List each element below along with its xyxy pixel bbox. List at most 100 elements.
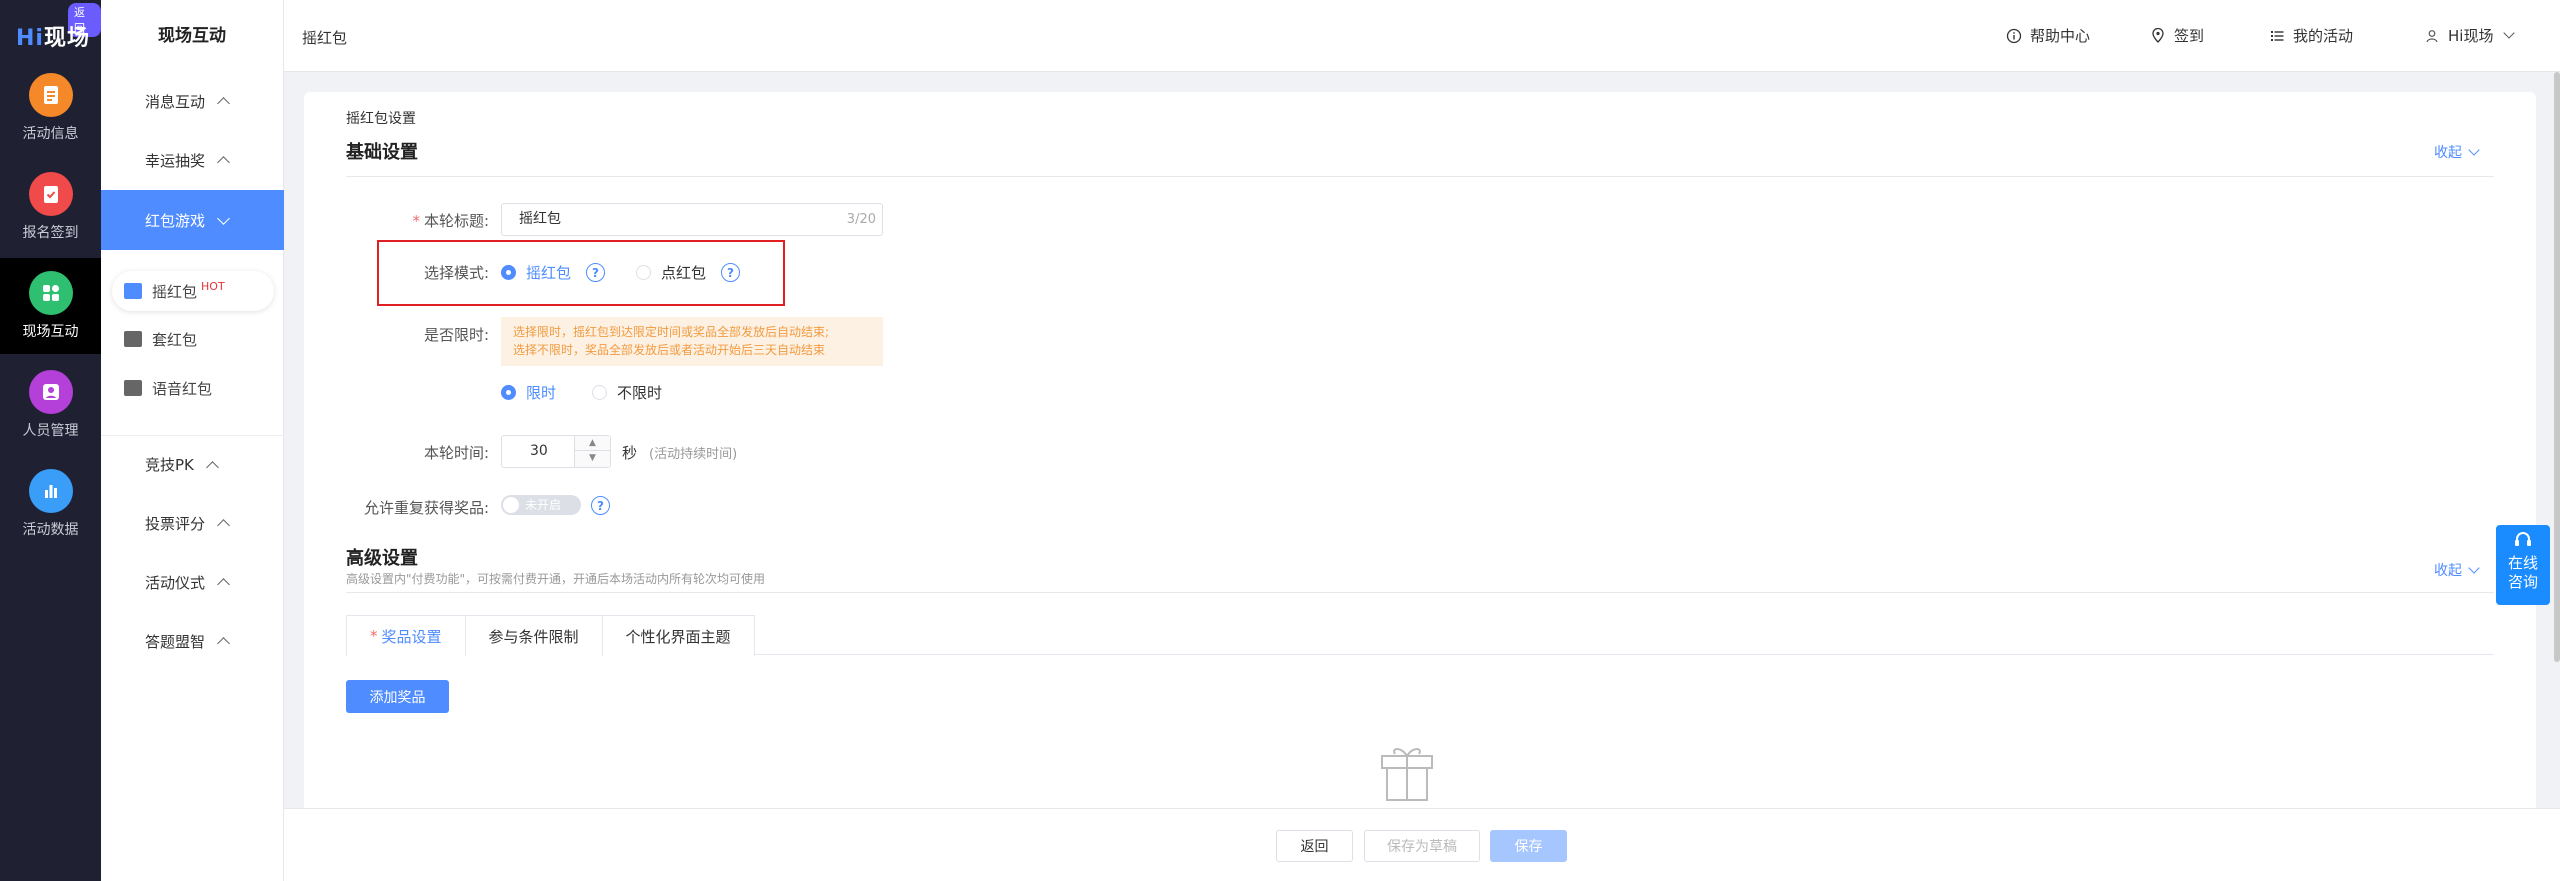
sidebar-group-message[interactable]: 消息互动 [101, 72, 284, 130]
sidebar-group-redpacket[interactable]: 红包游戏 [101, 190, 284, 250]
advanced-collapse-toggle[interactable]: 收起 [2434, 560, 2480, 580]
sidebar-item-shake-redpacket[interactable]: 摇红包 HOT [112, 271, 274, 311]
group-label: 活动仪式 [145, 573, 206, 592]
mode-radio-tap[interactable]: 点红包? [636, 262, 741, 283]
sidebar-title: 现场互动 [158, 26, 226, 46]
stepper-value: 30 [530, 443, 548, 459]
app-rail: 返回 Hi现场 活动信息 报名签到 现场互动 人员管理 活动数据 [0, 0, 101, 881]
chevron-down-icon [2503, 27, 2516, 39]
app-logo[interactable]: Hi现场 [16, 20, 90, 52]
online-consult-button[interactable]: 在线 咨询 [2496, 525, 2550, 605]
mode-radio-shake[interactable]: 摇红包? [501, 262, 606, 283]
group-label: 答题盟智 [145, 632, 206, 651]
increment-icon[interactable]: ▲ [575, 436, 610, 451]
radio-dot[interactable] [501, 265, 516, 280]
logo-text: 现场 [43, 26, 90, 51]
advanced-subtitle: 高级设置内"付费功能"，可按需付费开通，开通后本场活动内所有轮次均可使用 [346, 572, 766, 586]
input-value: 摇红包 [519, 211, 561, 227]
tab-prize-settings[interactable]: * 奖品设置 [346, 615, 466, 656]
sidebar-item-voice-redpacket[interactable]: 语音红包 [112, 368, 274, 408]
sidebar-group-quiz[interactable]: 答题盟智 [101, 612, 284, 670]
rail-item-signup[interactable]: 报名签到 [0, 159, 101, 255]
tab-custom-theme[interactable]: 个性化界面主题 [601, 615, 755, 656]
divider [346, 176, 2494, 177]
radio-label: 限时 [526, 384, 557, 402]
consult-line: 咨询 [2507, 573, 2538, 591]
required-mark: * [412, 212, 420, 230]
chevron-up-icon [217, 156, 230, 169]
voice-icon [124, 380, 142, 396]
rail-label: 活动数据 [22, 522, 79, 538]
nav-my-activities[interactable]: 我的活动 [2269, 25, 2353, 46]
group-label: 消息互动 [145, 92, 206, 111]
sidebar-group-lottery[interactable]: 幸运抽奖 [101, 131, 284, 189]
nav-user-menu[interactable]: Hi现场 [2424, 25, 2516, 46]
sidebar-item-ring-redpacket[interactable]: 套红包 [112, 319, 274, 359]
char-count: 3/20 [846, 212, 876, 227]
sub-label: 套红包 [152, 330, 198, 349]
nav-checkin[interactable]: 签到 [2150, 25, 2204, 46]
group-label: 幸运抽奖 [145, 151, 206, 170]
rail-label: 现场互动 [22, 324, 79, 340]
advanced-tabs: * 奖品设置 参与条件限制 个性化界面主题 [346, 615, 2494, 656]
limit-radio-limited[interactable]: 限时 [501, 382, 556, 403]
sidebar-group-ceremony[interactable]: 活动仪式 [101, 553, 284, 611]
group-label: 竞技PK [145, 456, 194, 474]
stepper-buttons: ▲ ▼ [574, 436, 610, 467]
repeat-prize-toggle[interactable]: 未开启 [501, 495, 581, 515]
collapse-label: 收起 [2434, 563, 2462, 579]
radio-label: 摇红包 [526, 264, 572, 282]
bar-chart-icon [28, 469, 73, 513]
sidebar-group-vote[interactable]: 投票评分 [101, 494, 284, 552]
interaction-icon [28, 271, 73, 315]
chevron-down-icon [2468, 143, 2480, 156]
radio-label: 点红包 [661, 264, 707, 282]
limit-radio-unlimited[interactable]: 不限时 [592, 382, 662, 403]
top-header: 摇红包 帮助中心 签到 我的活动 Hi现场 [284, 0, 2560, 72]
save-button[interactable]: 保存 [1490, 830, 1567, 862]
scrollbar[interactable] [2554, 72, 2560, 662]
time-unit: 秒 [622, 444, 638, 462]
rail-item-people[interactable]: 人员管理 [0, 357, 101, 453]
sub-label: 摇红包 [152, 282, 198, 301]
back-button[interactable]: 返回 [1276, 830, 1353, 862]
repeat-prize-label: 允许重复获得奖品: [363, 499, 489, 517]
radio-dot[interactable] [501, 385, 516, 400]
person-card-icon [28, 370, 73, 414]
nav-help-center[interactable]: 帮助中心 [2006, 25, 2090, 46]
user-icon [2426, 29, 2438, 42]
radio-label: 不限时 [617, 384, 663, 402]
round-time-label: 本轮时间: [423, 444, 489, 462]
basic-collapse-toggle[interactable]: 收起 [2434, 142, 2480, 162]
logo-hi: Hi [16, 26, 44, 51]
nav-label: 帮助中心 [2030, 27, 2091, 45]
radio-dot[interactable] [636, 265, 651, 280]
mode-label: 选择模式: [423, 264, 489, 282]
rail-item-interaction[interactable]: 现场互动 [0, 258, 101, 354]
tab-label: 参与条件限制 [488, 627, 579, 646]
breadcrumb: 摇红包 [302, 29, 348, 47]
location-pin-icon [2152, 27, 2164, 43]
help-question-icon[interactable]: ? [591, 496, 610, 515]
collapse-label: 收起 [2434, 145, 2462, 161]
tip-line: 选择不限时，奖品全部发放后或者活动开始后三天自动结束 [513, 343, 826, 357]
hot-badge: HOT [201, 279, 225, 293]
tab-participation-limits[interactable]: 参与条件限制 [464, 615, 603, 656]
radio-dot[interactable] [592, 385, 607, 400]
save-draft-button[interactable]: 保存为草稿 [1364, 830, 1480, 862]
round-time-stepper[interactable]: 30 ▲ ▼ [501, 435, 611, 468]
add-prize-button[interactable]: 添加奖品 [346, 680, 449, 713]
rail-item-activity-info[interactable]: 活动信息 [0, 60, 101, 156]
section-subtitle: 摇红包设置 [346, 111, 416, 127]
redpacket-icon [124, 331, 142, 347]
help-question-icon[interactable]: ? [721, 263, 741, 282]
decrement-icon[interactable]: ▼ [575, 451, 610, 466]
nav-label: Hi现场 [2448, 27, 2494, 45]
round-title-input[interactable]: 摇红包 3/20 [501, 203, 883, 236]
rail-item-data[interactable]: 活动数据 [0, 456, 101, 552]
help-question-icon[interactable]: ? [586, 263, 606, 282]
sidebar-group-pk[interactable]: 竞技PK [101, 435, 284, 493]
label-text: 本轮标题: [423, 212, 489, 230]
chevron-up-icon [217, 519, 230, 532]
group-label: 红包游戏 [145, 211, 206, 230]
